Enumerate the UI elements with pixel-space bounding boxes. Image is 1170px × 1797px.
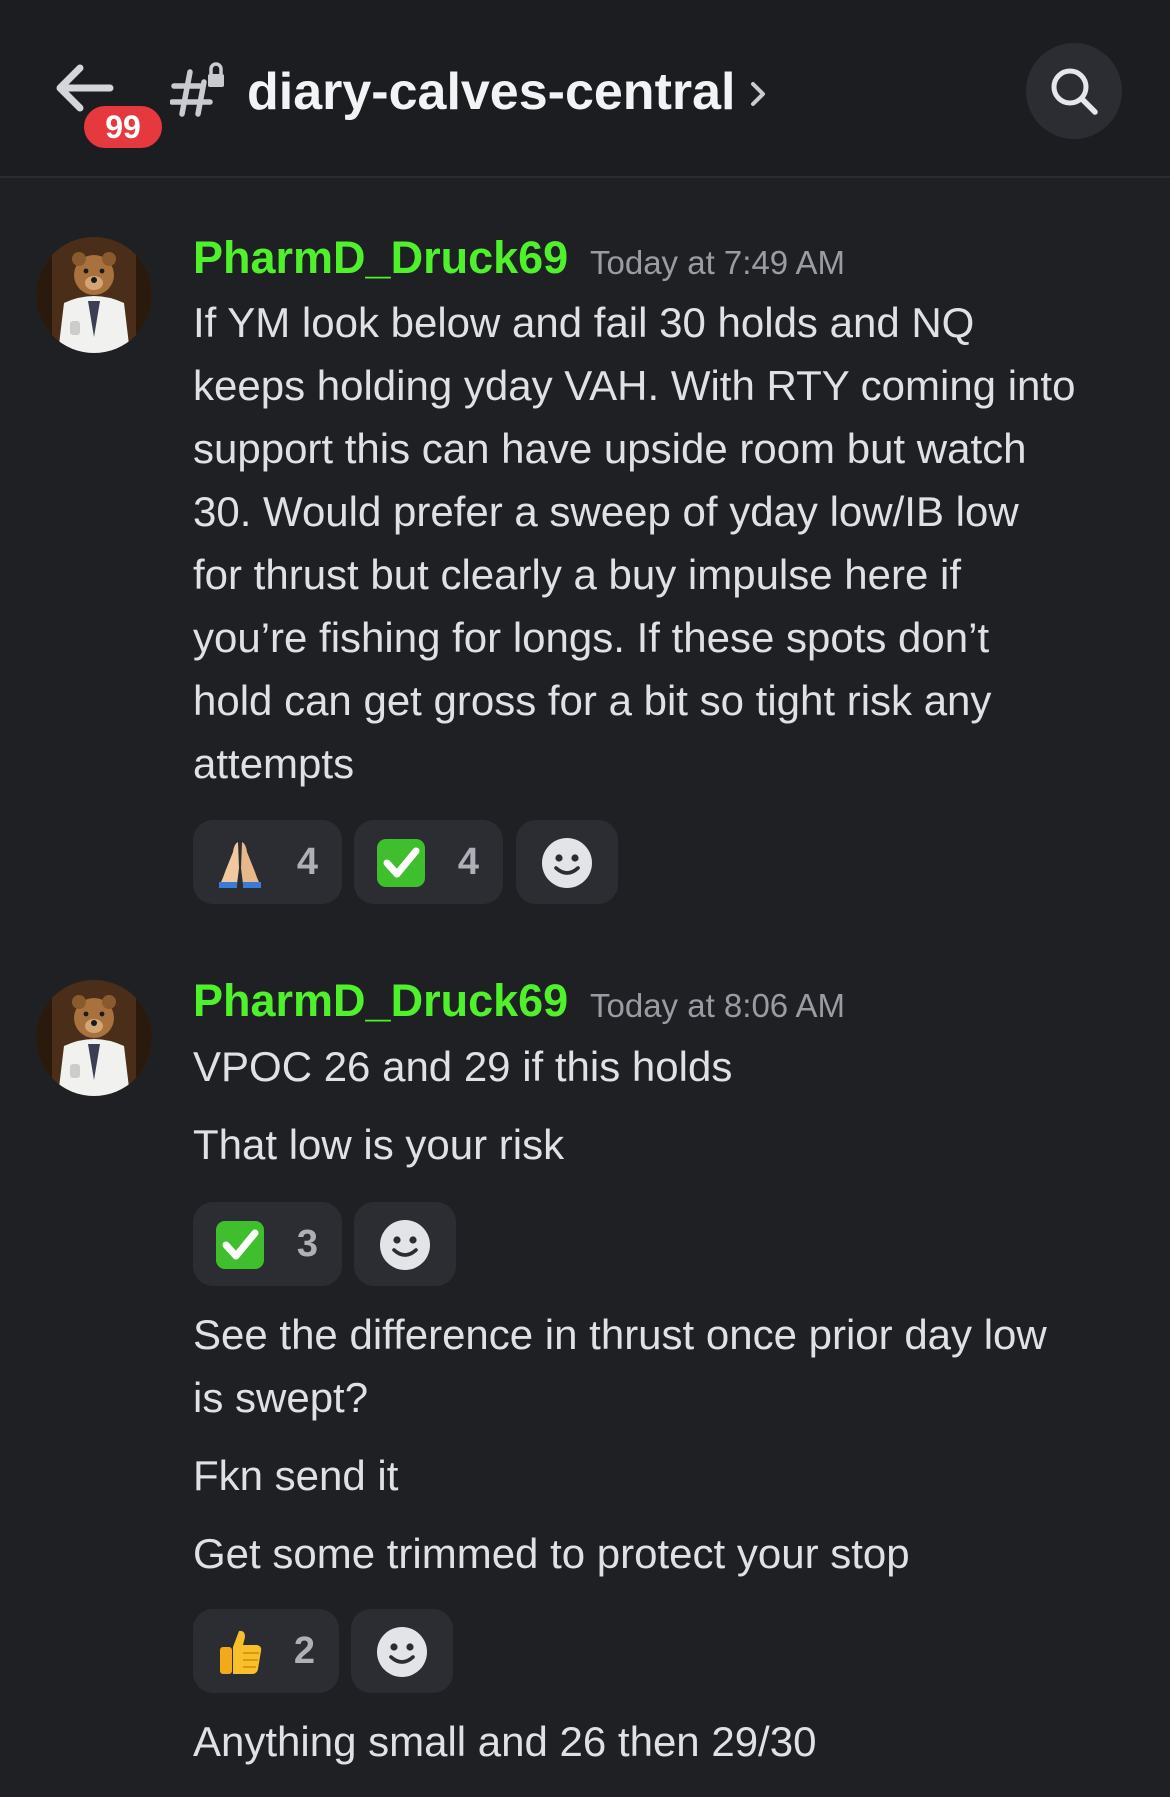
chevron-right-icon[interactable] — [747, 78, 769, 110]
bear-doctor-avatar-icon — [36, 237, 152, 353]
message-line: support this can have upside room but wa… — [193, 425, 1027, 472]
message-line: See the difference in thrust once prior … — [193, 1311, 1047, 1358]
message-line: hold can get gross for a bit so tight ri… — [193, 677, 992, 724]
message-author[interactable]: PharmD_Druck69 — [193, 973, 568, 1029]
bear-doctor-avatar-icon — [36, 980, 152, 1096]
reaction-check-mark[interactable]: 3 — [193, 1202, 342, 1286]
message-line: for thrust but clearly a buy impulse her… — [193, 551, 962, 598]
message-line: is swept? — [193, 1374, 369, 1421]
message-line: Anything small and 26 then 29/30 — [193, 1718, 817, 1765]
check-mark-button-icon — [377, 839, 425, 887]
reaction-thumbs-up[interactable]: 2 — [193, 1609, 339, 1693]
message-line: That low is your risk — [193, 1121, 565, 1168]
channel-header: 99 diary-calves-central — [0, 0, 1170, 178]
message-content: If YM look below and fail 30 holds and N… — [193, 291, 1143, 795]
check-mark-button-icon — [216, 1221, 264, 1269]
message-content: Fkn send it — [193, 1444, 1143, 1507]
message-line: VPOC 26 and 29 if this holds — [193, 1043, 733, 1090]
add-reaction-button[interactable] — [351, 1609, 453, 1693]
message-line: Fkn send it — [193, 1452, 399, 1499]
message-line: Get some trimmed to protect your stop — [193, 1530, 910, 1577]
avatar[interactable] — [36, 237, 152, 353]
reaction-count: 4 — [457, 841, 479, 883]
message-content: See the difference in thrust once prior … — [193, 1303, 1143, 1429]
thumbs-up-icon — [220, 1630, 262, 1674]
smiley-face-icon — [542, 838, 592, 888]
reaction-count: 3 — [296, 1223, 318, 1265]
avatar[interactable] — [36, 980, 152, 1096]
search-icon — [1051, 68, 1098, 115]
search-button[interactable] — [1026, 43, 1122, 139]
message-line: you’re fishing for longs. If these spots… — [193, 614, 990, 661]
message-content: VPOC 26 and 29 if this holds — [193, 1035, 1143, 1098]
smiley-face-icon — [377, 1627, 427, 1677]
smiley-face-icon — [380, 1220, 430, 1270]
message-timestamp: Today at 7:49 AM — [590, 244, 845, 281]
add-reaction-button[interactable] — [354, 1202, 456, 1286]
message-line: keeps holding yday VAH. With RTY coming … — [193, 362, 1076, 409]
message-content: Get some trimmed to protect your stop — [193, 1522, 1143, 1585]
message-line: attempts — [193, 740, 355, 787]
message-author[interactable]: PharmD_Druck69 — [193, 230, 568, 286]
message-timestamp: Today at 8:06 AM — [590, 987, 845, 1024]
reaction-count: 2 — [293, 1630, 315, 1672]
folded-hands-icon — [219, 842, 261, 888]
message-line: 30. Would prefer a sweep of yday low/IB … — [193, 488, 1019, 535]
reaction-count: 4 — [296, 841, 318, 883]
reaction-check-mark[interactable]: 4 — [354, 820, 503, 904]
unread-badge: 99 — [81, 103, 165, 151]
add-reaction-button[interactable] — [516, 820, 618, 904]
message-content: That low is your risk — [193, 1113, 1143, 1176]
message-content: Anything small and 26 then 29/30 — [193, 1710, 1143, 1773]
reaction-folded-hands[interactable]: 4 — [193, 820, 342, 904]
channel-title[interactable]: diary-calves-central — [247, 60, 736, 124]
locked-channel-hash-icon — [170, 62, 224, 117]
message-line: If YM look below and fail 30 holds and N… — [193, 299, 975, 346]
